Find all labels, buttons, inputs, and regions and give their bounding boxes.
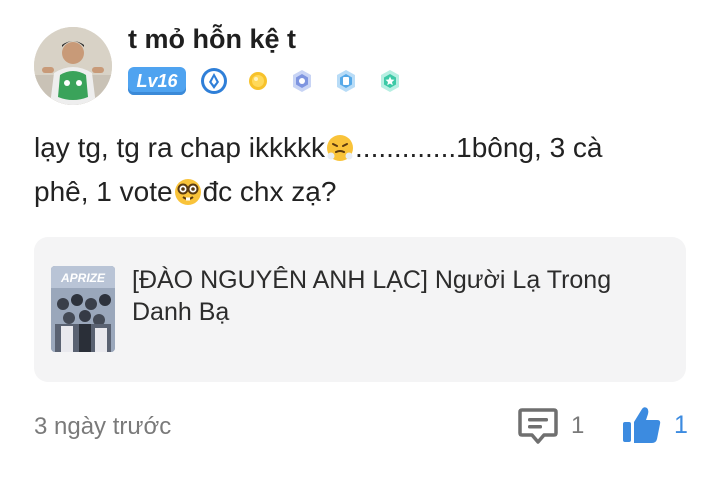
badge-row: Lv16 — [128, 66, 420, 96]
thumbnail-text: APRIZE — [60, 271, 106, 285]
gold-coin-badge-icon[interactable] — [244, 67, 272, 95]
story-title: [ĐÀO NGUYÊN ANH LẠC] Người Lạ Trong Danh… — [132, 264, 652, 328]
post-content: lạy tg, tg ra chap ikkkkk .............1… — [34, 126, 694, 214]
thumbs-up-icon — [623, 407, 661, 443]
content-text-2b: đc chx zạ? — [202, 176, 337, 207]
diamond-badge-icon[interactable] — [200, 67, 228, 95]
content-text-2a: phê, 1 vote — [34, 176, 173, 207]
content-text-1b: .............1bông, 3 cà — [355, 132, 603, 163]
story-thumbnail: APRIZE — [51, 266, 115, 352]
avatar[interactable] — [34, 27, 112, 105]
comment-button[interactable]: 1 — [517, 405, 584, 447]
hexagon-badge-icon[interactable] — [288, 67, 316, 95]
nerd-face-emoji-icon — [174, 179, 201, 205]
story-title-line2: Danh Bạ — [132, 298, 230, 326]
comment-count: 1 — [571, 412, 585, 439]
huffing-face-emoji-icon — [327, 135, 354, 161]
story-title-line1: [ĐÀO NGUYÊN ANH LẠC] Người Lạ Trong — [132, 266, 612, 294]
content-text-1a: lạy tg, tg ra chap ikkkkk — [34, 132, 326, 163]
star-badge-icon[interactable] — [376, 67, 404, 95]
like-button[interactable]: 1 — [620, 403, 688, 447]
username[interactable]: t mỏ hỗn kệ t — [128, 24, 296, 55]
story-link-card[interactable]: APRIZE [ĐÀO NGUYÊN ANH LẠC] Người Lạ Tro… — [34, 237, 686, 382]
level-badge[interactable]: Lv16 — [128, 67, 186, 95]
post-timestamp: 3 ngày trước — [34, 413, 172, 440]
avatar-image — [34, 27, 112, 105]
comment-icon — [518, 408, 558, 444]
like-count: 1 — [674, 410, 688, 439]
shield-badge-icon[interactable] — [332, 67, 360, 95]
